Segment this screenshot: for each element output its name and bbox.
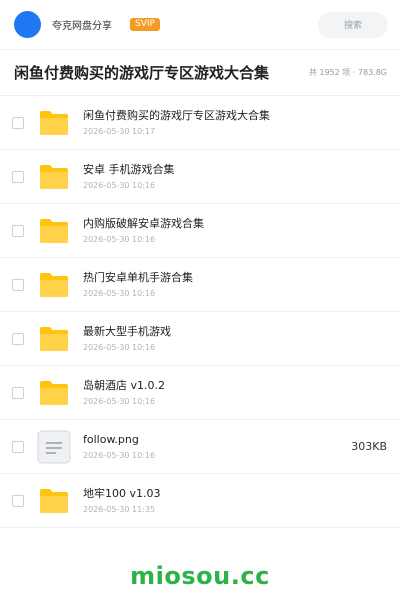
file-date: 2026-05-30 11:35 — [83, 505, 156, 514]
file-date: 2026-05-30 10:16 — [83, 181, 156, 190]
folder-icon — [39, 378, 69, 408]
file-row[interactable]: follow.png 2026-05-30 10:16 303KB — [0, 420, 400, 474]
folder-icon — [39, 486, 69, 516]
select-checkbox[interactable] — [12, 440, 24, 453]
title-bar: 闲鱼付费购买的游戏厅专区游戏大合集 共 1952 项 · 783.8G — [0, 50, 400, 96]
file-name: 地牢100 v1.03 — [83, 487, 161, 500]
file-date: 2026-05-30 10:16 — [83, 235, 156, 244]
file-name: 闲鱼付费购买的游戏厅专区游戏大合集 — [83, 109, 270, 122]
file-meta: 热门安卓单机手游合集 2026-05-30 10:16 — [83, 270, 193, 299]
search-button[interactable]: 搜索 — [318, 11, 388, 38]
select-checkbox[interactable] — [12, 224, 24, 237]
file-row[interactable]: 地牢100 v1.03 2026-05-30 11:35 — [0, 474, 400, 528]
file-meta: 内购版破解安卓游戏合集 2026-05-30 10:16 — [83, 216, 204, 245]
file-meta: 最新大型手机游戏 2026-05-30 10:16 — [83, 324, 171, 353]
select-checkbox[interactable] — [12, 494, 24, 507]
share-summary: 共 1952 项 · 783.8G — [308, 68, 387, 77]
select-checkbox[interactable] — [12, 278, 24, 291]
file-name: 内购版破解安卓游戏合集 — [83, 217, 204, 230]
file-row[interactable]: 闲鱼付费购买的游戏厅专区游戏大合集 2026-05-30 10:17 — [0, 96, 400, 150]
file-date: 2026-05-30 10:16 — [83, 451, 156, 460]
app-name: 夸克网盘分享 — [52, 21, 112, 32]
file-row[interactable]: 安卓 手机游戏合集 2026-05-30 10:16 — [0, 150, 400, 204]
select-checkbox[interactable] — [12, 386, 24, 399]
file-name: 岛朝酒店 v1.0.2 — [83, 379, 165, 392]
folder-icon — [39, 162, 69, 192]
file-meta: 地牢100 v1.03 2026-05-30 11:35 — [83, 486, 161, 515]
file-list: 闲鱼付费购买的游戏厅专区游戏大合集 2026-05-30 10:17 安卓 手机游戏… — [0, 96, 400, 528]
avatar[interactable] — [14, 11, 41, 38]
file-name: 安卓 手机游戏合集 — [83, 163, 175, 176]
svip-badge: SVIP — [130, 17, 160, 32]
file-meta: 闲鱼付费购买的游戏厅专区游戏大合集 2026-05-30 10:17 — [83, 108, 270, 137]
folder-icon — [39, 216, 69, 246]
file-row[interactable]: 热门安卓单机手游合集 2026-05-30 10:16 — [0, 258, 400, 312]
file-date: 2026-05-30 10:17 — [83, 127, 156, 136]
file-date: 2026-05-30 10:16 — [83, 397, 156, 406]
select-checkbox[interactable] — [12, 116, 24, 129]
folder-icon — [39, 108, 69, 138]
folder-icon — [39, 324, 69, 354]
file-meta: 安卓 手机游戏合集 2026-05-30 10:16 — [83, 162, 175, 191]
watermark-text: miosou.cc — [130, 562, 270, 590]
top-bar: 夸克网盘分享 SVIP 搜索 — [0, 0, 400, 50]
page-title: 闲鱼付费购买的游戏厅专区游戏大合集 — [14, 64, 270, 82]
file-meta: follow.png 2026-05-30 10:16 — [83, 432, 155, 461]
file-name: follow.png — [83, 433, 139, 446]
file-row[interactable]: 内购版破解安卓游戏合集 2026-05-30 10:16 — [0, 204, 400, 258]
file-icon — [37, 430, 71, 463]
file-date: 2026-05-30 10:16 — [83, 343, 156, 352]
file-meta: 岛朝酒店 v1.0.2 2026-05-30 10:16 — [83, 378, 165, 407]
file-name: 热门安卓单机手游合集 — [83, 271, 193, 284]
select-checkbox[interactable] — [12, 332, 24, 345]
file-row[interactable]: 最新大型手机游戏 2026-05-30 10:16 — [0, 312, 400, 366]
folder-icon — [39, 270, 69, 300]
file-name: 最新大型手机游戏 — [83, 325, 171, 338]
search-label: 搜索 — [343, 21, 362, 31]
file-date: 2026-05-30 10:16 — [83, 289, 156, 298]
file-row[interactable]: 岛朝酒店 v1.0.2 2026-05-30 10:16 — [0, 366, 400, 420]
select-checkbox[interactable] — [12, 170, 24, 183]
file-size: 303KB — [351, 440, 387, 453]
